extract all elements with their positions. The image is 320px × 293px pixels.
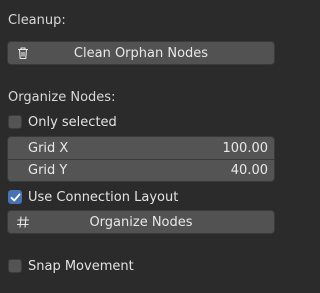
use-connection-layout-checkbox[interactable] [8,190,22,204]
snap-movement-toggle[interactable]: Snap Movement [8,257,134,275]
grid-y-label: Grid Y [28,163,68,178]
clean-orphan-nodes-label: Clean Orphan Nodes [73,45,209,61]
grid-x-label: Grid X [28,140,69,156]
grid-x-value: 100.00 [222,140,269,156]
organize-nodes-heading: Organize Nodes: [8,90,116,105]
grid-y-field[interactable]: Grid Y 40.00 [8,159,274,181]
organize-nodes-label: Organize Nodes [89,214,193,230]
grid-x-field[interactable]: Grid X 100.00 [8,137,274,159]
snap-movement-label: Snap Movement [28,258,134,274]
use-connection-layout-toggle[interactable]: Use Connection Layout [8,188,178,206]
organize-nodes-button[interactable]: Organize Nodes [7,210,275,234]
snap-movement-checkbox[interactable] [8,259,22,273]
checkmark-icon [10,192,20,201]
grid-spacing-group: Grid X 100.00 Grid Y 40.00 [7,136,275,182]
only-selected-checkbox[interactable] [8,115,22,129]
clean-orphan-nodes-button[interactable]: Clean Orphan Nodes [7,41,275,65]
cleanup-heading: Cleanup: [8,13,66,28]
use-connection-layout-label: Use Connection Layout [28,189,179,205]
grid-y-value: 40.00 [230,163,268,178]
grid-icon [17,216,29,228]
trash-icon [18,47,28,60]
only-selected-toggle[interactable]: Only selected [8,113,117,131]
only-selected-label: Only selected [28,114,117,130]
